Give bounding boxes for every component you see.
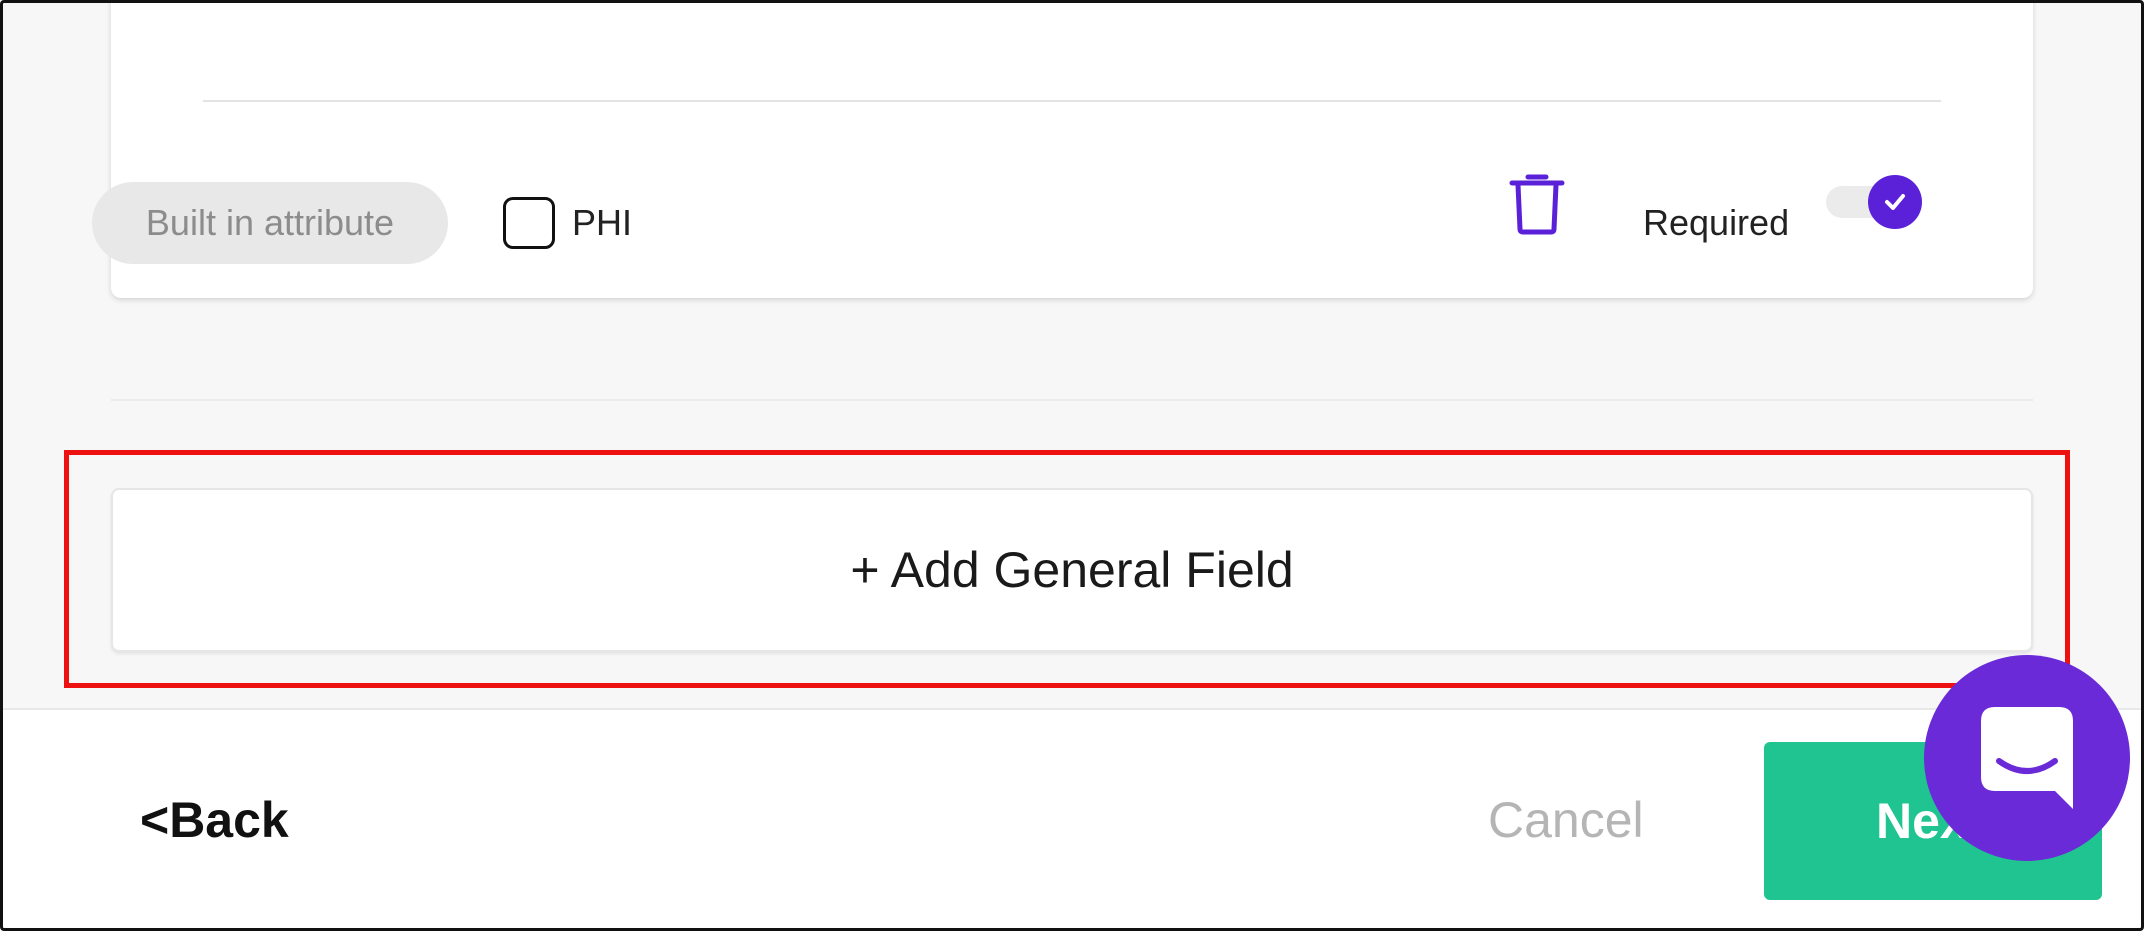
phi-label: PHI [572, 202, 633, 243]
required-label: Required [1643, 202, 1790, 243]
add-general-field-button[interactable]: + Add General Field [111, 488, 2033, 652]
trash-icon[interactable] [1508, 171, 1566, 235]
cancel-button[interactable]: Cancel [1488, 790, 1644, 850]
required-toggle-knob[interactable] [1868, 175, 1922, 229]
checkmark-icon [1885, 194, 1905, 210]
phi-checkbox[interactable] [503, 197, 555, 249]
back-button[interactable]: <Back [140, 790, 289, 850]
built-in-attribute-badge: Built in attribute [92, 182, 448, 264]
chat-bubble-icon [1981, 707, 2073, 809]
card-divider [203, 100, 1941, 102]
section-divider [111, 399, 2033, 401]
chat-launcher-button[interactable] [1924, 655, 2130, 861]
